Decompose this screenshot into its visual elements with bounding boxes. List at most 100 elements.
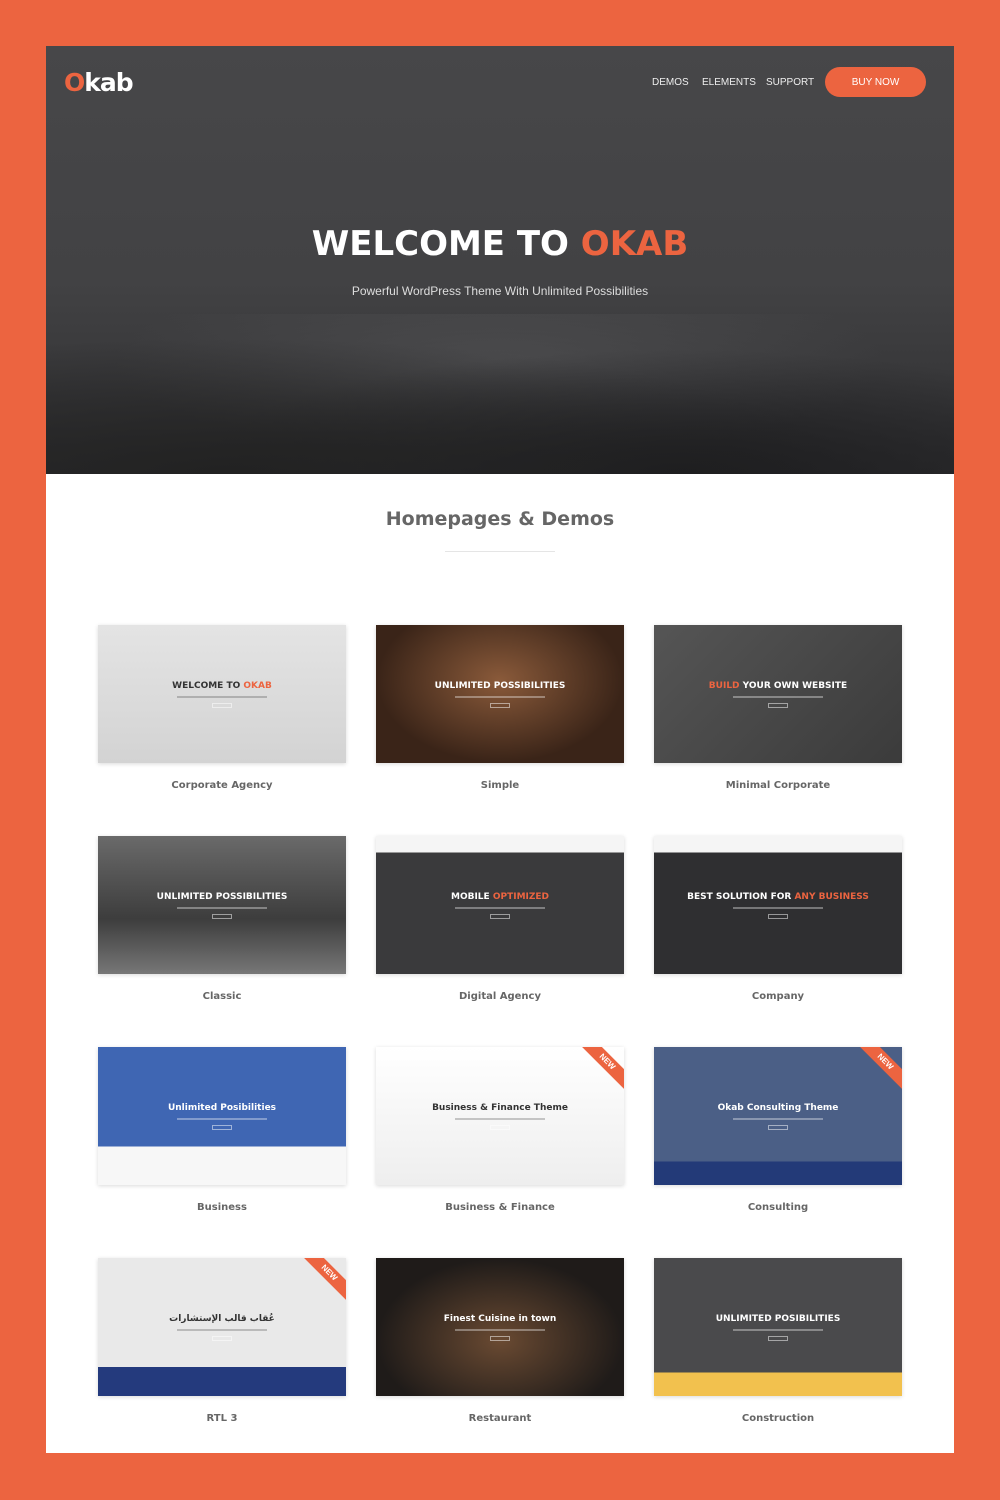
demo-thumbnail[interactable]: Business & Finance Theme NEW [376,1047,624,1185]
demo-thumbnail[interactable]: عُقاب قالب الإستشارات NEW [98,1258,346,1396]
demo-card[interactable]: WELCOME TO OKAB Corporate Agency [98,625,346,791]
thumbnail-button [212,1335,232,1341]
headline-text: Unlimited Posibilities [167,1102,277,1113]
demo-label[interactable]: Classic [98,991,346,1002]
new-badge: NEW [855,1047,902,1092]
demo-thumbnail[interactable]: Okab Consulting Theme NEW [654,1047,902,1185]
demo-label[interactable]: Business & Finance [376,1202,624,1213]
demo-thumbnail[interactable]: BUILD YOUR OWN WEBSITE [654,625,902,763]
thumbnail-headline: عُقاب قالب الإستشارات [169,1314,275,1324]
demo-label[interactable]: Digital Agency [376,991,624,1002]
thumbnail-button [212,1124,232,1130]
thumbnail-text-placeholder [733,906,823,909]
new-badge: NEW [577,1047,624,1092]
thumbnail-text-placeholder [733,1117,823,1120]
demo-thumbnail[interactable]: UNLIMITED POSSIBILITIES [98,836,346,974]
thumbnail-button [490,1124,510,1130]
thumbnail-text-placeholder [733,695,823,698]
demo-label[interactable]: Restaurant [376,1413,624,1424]
headline-text: MOBILE [450,891,493,902]
thumbnail-headline: Unlimited Posibilities [168,1103,276,1113]
mountain-background [46,314,954,474]
demo-thumbnail[interactable]: Unlimited Posibilities [98,1047,346,1185]
logo[interactable]: Okab [64,68,134,97]
demo-label[interactable]: Company [654,991,902,1002]
thumbnail-button [212,702,232,708]
demo-card[interactable]: Unlimited Posibilities Business [98,1047,346,1213]
hero-subtitle: Powerful WordPress Theme With Unlimited … [351,284,649,298]
nav-demos[interactable]: DEMOS [652,77,689,88]
headline-text: Business & Finance Theme [432,1102,568,1113]
hero-title: WELCOME TO OKAB [46,224,954,264]
headline-accent: OKAB [243,680,272,691]
section-title: Homepages & Demos [385,508,615,530]
thumbnail-button [768,1335,788,1341]
headline-text: Finest Cuisine in town [443,1313,557,1324]
demo-card[interactable]: MOBILE OPTIMIZED Digital Agency [376,836,624,1002]
thumbnail-headline: Business & Finance Theme [432,1103,568,1113]
buy-now-button[interactable]: BUY NOW [825,67,926,97]
headline-text: BEST SOLUTION FOR [687,891,795,902]
demo-label[interactable]: Consulting [654,1202,902,1213]
thumbnail-button [490,913,510,919]
thumbnail-headline: BEST SOLUTION FOR ANY BUSINESS [687,892,869,902]
demo-card[interactable]: BUILD YOUR OWN WEBSITE Minimal Corporate [654,625,902,791]
hero-title-main: WELCOME TO [311,224,581,264]
thumbnail-text-placeholder [455,906,545,909]
demo-thumbnail[interactable]: Finest Cuisine in town [376,1258,624,1396]
thumbnail-headline: BUILD YOUR OWN WEBSITE [709,681,847,691]
thumbnail-button [768,702,788,708]
demo-thumbnail[interactable]: UNLIMITED POSIBILITIES [654,1258,902,1396]
headline-text: عُقاب قالب الإستشارات [169,1313,275,1324]
headline-text: YOUR OWN WEBSITE [739,680,848,691]
logo-text: kab [84,68,133,97]
demo-card[interactable]: BEST SOLUTION FOR ANY BUSINESS Company [654,836,902,1002]
thumbnail-text-placeholder [455,695,545,698]
demo-thumbnail[interactable]: UNLIMITED POSSIBILITIES [376,625,624,763]
demo-thumbnail[interactable]: MOBILE OPTIMIZED [376,836,624,974]
demo-card[interactable]: Finest Cuisine in town Restaurant [376,1258,624,1424]
headline-text: UNLIMITED POSIBILITIES [715,1313,841,1324]
hero: Okab DEMOS ELEMENTS SUPPORT BUY NOW WELC… [46,46,954,474]
hero-title-accent: OKAB [580,224,689,264]
headline-text: UNLIMITED POSSIBILITIES [156,891,288,902]
demo-card[interactable]: UNLIMITED POSIBILITIES Construction [654,1258,902,1424]
thumbnail-button [768,913,788,919]
thumbnail-text-placeholder [177,906,267,909]
thumbnail-headline: MOBILE OPTIMIZED [451,892,549,902]
thumbnail-text-placeholder [733,1328,823,1331]
thumbnail-headline: UNLIMITED POSSIBILITIES [435,681,566,691]
thumbnail-button [490,702,510,708]
demo-label[interactable]: Corporate Agency [98,780,346,791]
demo-card[interactable]: Okab Consulting Theme NEW Consulting [654,1047,902,1213]
thumbnail-text-placeholder [455,1117,545,1120]
demo-card[interactable]: Business & Finance Theme NEW Business & … [376,1047,624,1213]
headline-accent: OPTIMIZED [492,891,550,902]
nav-elements[interactable]: ELEMENTS [702,77,756,88]
section-divider [445,551,555,552]
demo-thumbnail[interactable]: WELCOME TO OKAB [98,625,346,763]
demo-card[interactable]: عُقاب قالب الإستشارات NEW RTL 3 [98,1258,346,1424]
thumbnail-text-placeholder [177,695,267,698]
demo-label[interactable]: Business [98,1202,346,1213]
demo-thumbnail[interactable]: BEST SOLUTION FOR ANY BUSINESS [654,836,902,974]
demo-label[interactable]: RTL 3 [98,1413,346,1424]
demo-label[interactable]: Minimal Corporate [654,780,902,791]
nav-support[interactable]: SUPPORT [766,77,814,88]
demo-card[interactable]: UNLIMITED POSSIBILITIES Simple [376,625,624,791]
thumbnail-text-placeholder [177,1328,267,1331]
headline-text: UNLIMITED POSSIBILITIES [434,680,566,691]
headline-accent: ANY BUSINESS [794,891,869,902]
thumbnail-text-placeholder [177,1117,267,1120]
thumbnail-headline: UNLIMITED POSIBILITIES [716,1314,841,1324]
thumbnail-headline: Okab Consulting Theme [718,1103,839,1113]
demo-label[interactable]: Simple [376,780,624,791]
thumbnail-headline: UNLIMITED POSSIBILITIES [157,892,288,902]
thumbnail-button [212,913,232,919]
new-badge: NEW [299,1258,346,1303]
demo-label[interactable]: Construction [654,1413,902,1424]
demo-card[interactable]: UNLIMITED POSSIBILITIES Classic [98,836,346,1002]
headline-text: Okab Consulting Theme [717,1102,839,1113]
thumbnail-button [768,1124,788,1130]
thumbnail-button [490,1335,510,1341]
